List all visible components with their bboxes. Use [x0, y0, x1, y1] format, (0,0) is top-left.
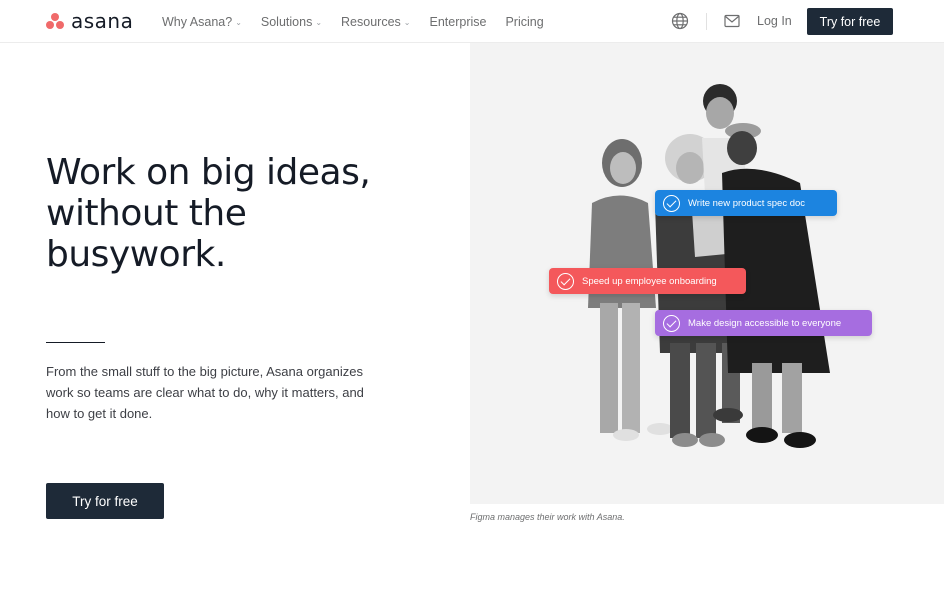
try-for-free-hero-button[interactable]: Try for free [46, 483, 164, 519]
check-circle-icon [663, 194, 680, 212]
asana-logo[interactable]: asana [45, 9, 134, 33]
task-chip-product-spec: Write new product spec doc [655, 190, 837, 216]
nav-resources[interactable]: Resources ⌄ [341, 15, 410, 29]
try-for-free-nav-button[interactable]: Try for free [807, 8, 893, 35]
hero-description: From the small stuff to the big picture,… [46, 364, 364, 421]
nav-link-label: Solutions [260, 14, 313, 29]
nav-pricing[interactable]: Pricing [505, 15, 543, 29]
nav-link-label: Enterprise [429, 14, 487, 29]
login-link[interactable]: Log In [757, 14, 792, 28]
check-circle-icon [557, 272, 574, 290]
nav-divider [706, 13, 707, 30]
nav-link-label: Pricing [505, 14, 544, 29]
task-label: Speed up employee onboarding [582, 275, 717, 287]
asana-logo-icon [45, 13, 65, 29]
nav-enterprise[interactable]: Enterprise [429, 15, 486, 29]
mail-icon[interactable] [724, 14, 740, 28]
hero-title: Work on big ideas, without the busywork. [46, 152, 371, 275]
hero-caption: Figma manages their work with Asana. [470, 512, 625, 522]
chevron-down-icon: ⌄ [315, 18, 323, 27]
nav-link-label: Why Asana? [162, 14, 233, 29]
main-menu: Why Asana? ⌄ Solutions ⌄ Resources ⌄ Ent… [162, 0, 563, 43]
task-chip-onboarding: Speed up employee onboarding [549, 268, 746, 294]
logo-wordmark: asana [71, 9, 134, 33]
check-circle-icon [663, 314, 680, 332]
nav-solutions[interactable]: Solutions ⌄ [261, 15, 322, 29]
top-navigation: asana Why Asana? ⌄ Solutions ⌄ Resources… [0, 0, 944, 43]
globe-icon[interactable] [671, 12, 689, 30]
chevron-down-icon: ⌄ [403, 18, 411, 27]
task-label: Make design accessible to everyone [688, 317, 842, 329]
task-chip-accessibility: Make design accessible to everyone [655, 310, 872, 336]
chevron-down-icon: ⌄ [235, 18, 242, 27]
task-label: Write new product spec doc [688, 197, 806, 209]
nav-why-asana[interactable]: Why Asana? ⌄ [162, 15, 242, 29]
nav-link-label: Resources [341, 14, 401, 29]
hero-divider [46, 342, 105, 343]
